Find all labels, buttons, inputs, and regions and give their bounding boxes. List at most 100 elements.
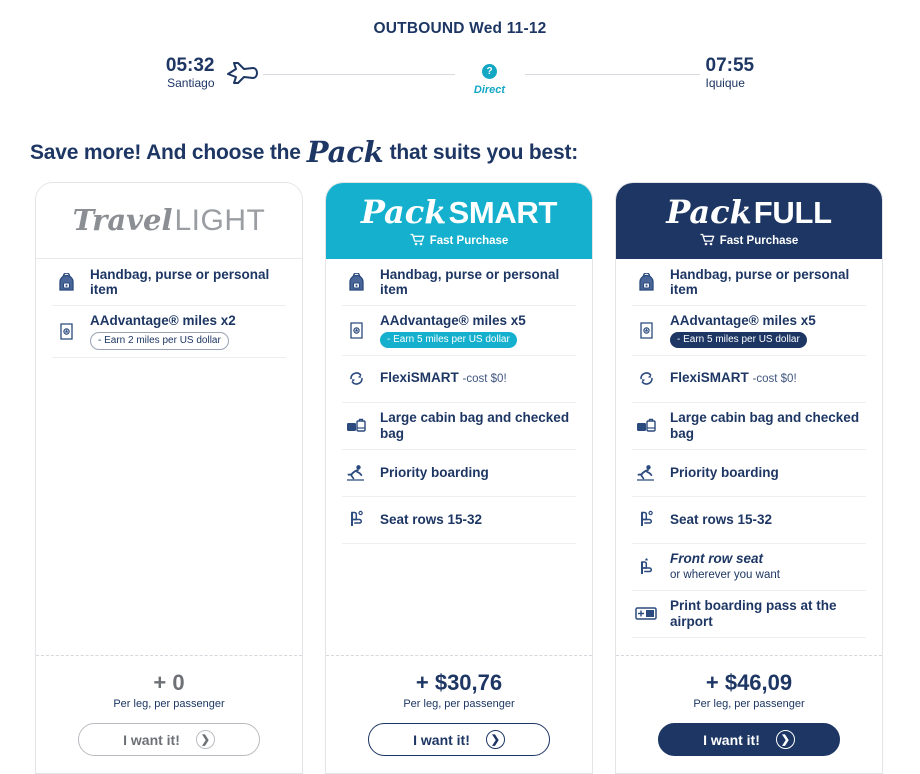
- seat-icon: [634, 510, 658, 529]
- feature-title: Priority boarding: [670, 464, 779, 480]
- feature-text: Handbag, purse or personal item: [90, 267, 284, 298]
- help-icon[interactable]: ?: [482, 64, 497, 79]
- feature-text: Large cabin bag and checked bag: [670, 410, 864, 441]
- feature-title: Print boarding pass at the airport: [670, 598, 837, 629]
- card-header: Pack FULL Fast Purchase: [616, 183, 882, 259]
- feature-row: Handbag, purse or personal item: [52, 259, 286, 306]
- brand-logo: Pack SMART: [360, 193, 558, 231]
- feature-row: AAdvantage® miles x2 - Earn 2 miles per U…: [52, 306, 286, 358]
- page-title: OUTBOUND Wed 11-12: [373, 20, 547, 37]
- card-header: Travel LIGHT: [36, 183, 302, 259]
- brand-script: Travel: [72, 203, 173, 237]
- feature-row: Front row seat or wherever you want: [632, 544, 866, 591]
- brand-logo: Travel LIGHT: [73, 203, 266, 238]
- card-footer: + $30,76 Per leg, per passenger I want it!…: [326, 655, 592, 773]
- feature-text: FlexiSMART -cost $0!: [670, 370, 797, 388]
- fast-purchase-badge: Fast Purchase: [700, 233, 798, 249]
- feature-title: Front row seat: [670, 551, 764, 567]
- feature-text: Seat rows 15-32: [380, 512, 482, 528]
- fare-card-pack-smart[interactable]: Pack SMART Fast Purchase Handbag, purse or …: [325, 182, 593, 774]
- feature-title: Large cabin bag and checked bag: [380, 410, 570, 441]
- feature-text: Priority boarding: [380, 465, 489, 481]
- promo-heading: Save more! And choose the Pack that suit…: [30, 132, 920, 169]
- feature-title: AAdvantage® miles x5: [670, 313, 816, 328]
- refresh-icon: [634, 369, 658, 388]
- ticket-icon: [344, 321, 368, 340]
- select-fare-button[interactable]: I want it! ❯: [368, 723, 550, 756]
- fare-card-pack-full[interactable]: Pack FULL Fast Purchase Handbag, purse or p…: [615, 182, 883, 774]
- feature-text: AAdvantage® miles x2 - Earn 2 miles per U…: [90, 313, 284, 350]
- feature-list: Handbag, purse or personal item AAdvantag…: [326, 259, 592, 655]
- price-amount: + 0: [153, 670, 185, 695]
- backpack-icon: [344, 272, 368, 292]
- card-footer: + 0 Per leg, per passenger I want it! ❯: [36, 655, 302, 773]
- select-fare-button[interactable]: I want it! ❯: [78, 723, 260, 756]
- route-line-left: [262, 74, 455, 75]
- feature-row: FlexiSMART -cost $0!: [342, 356, 576, 403]
- boarding-icon: [634, 464, 658, 482]
- luggage-icon: [634, 417, 658, 435]
- card-header: Pack SMART Fast Purchase: [326, 183, 592, 259]
- departure-block: 05:32 Santiago: [126, 56, 221, 91]
- feature-title: Large cabin bag and checked bag: [670, 410, 860, 441]
- refresh-icon: [344, 369, 368, 388]
- departure-time: 05:32: [165, 55, 215, 76]
- feature-row: Handbag, purse or personal item: [632, 259, 866, 306]
- feature-title: Handbag, purse or personal item: [380, 266, 560, 298]
- feature-row: Handbag, purse or personal item: [342, 259, 576, 306]
- feature-row: FlexiSMART -cost $0!: [632, 356, 866, 403]
- feature-text: Large cabin bag and checked bag: [380, 410, 574, 441]
- fare-card-travel-light[interactable]: Travel LIGHT Handbag, purse or personal it…: [35, 182, 303, 774]
- stop-indicator: ? Direct: [455, 64, 525, 96]
- feature-row: AAdvantage® miles x5 - Earn 5 miles per U…: [632, 306, 866, 356]
- feature-row: Seat rows 15-32: [342, 497, 576, 544]
- feature-text: AAdvantage® miles x5 - Earn 5 miles per U…: [380, 313, 574, 348]
- feature-row: Priority boarding: [342, 450, 576, 497]
- price-note: Per leg, per passenger: [693, 698, 805, 710]
- brand-logo: Pack FULL: [666, 193, 832, 231]
- backpack-icon: [54, 272, 78, 292]
- feature-text: FlexiSMART -cost $0!: [380, 370, 507, 388]
- fast-purchase-label: Fast Purchase: [429, 235, 509, 247]
- feature-list: Handbag, purse or personal item AAdvantag…: [616, 259, 882, 655]
- stop-label: Direct: [473, 84, 506, 96]
- fare-selection-page: OUTBOUND Wed 11-12 05:32 Santiago ? Dire…: [0, 0, 920, 774]
- select-fare-label: I want it!: [703, 731, 760, 748]
- price-amount: + $46,09: [705, 670, 793, 695]
- luggage-icon: [344, 417, 368, 435]
- feature-text: AAdvantage® miles x5 - Earn 5 miles per U…: [670, 313, 864, 348]
- select-fare-label: I want it!: [413, 731, 470, 748]
- select-fare-label: I want it!: [123, 731, 180, 748]
- airplane-icon: [225, 59, 259, 94]
- price-amount: + $30,76: [415, 670, 503, 695]
- brand-script: Pack: [360, 193, 447, 231]
- boarding-pass-icon: [634, 606, 658, 621]
- card-footer: + $46,09 Per leg, per passenger I want it!…: [616, 655, 882, 773]
- feature-pill: - Earn 2 miles per US dollar: [90, 331, 229, 350]
- price-note: Per leg, per passenger: [403, 698, 515, 710]
- ticket-icon: [54, 322, 78, 341]
- promo-script-word: Pack: [306, 135, 384, 169]
- feature-suffix: -cost $0!: [752, 372, 797, 385]
- brand-script: Pack: [666, 193, 752, 231]
- feature-text: Handbag, purse or personal item: [670, 267, 864, 298]
- feature-list: Handbag, purse or personal item AAdvantag…: [36, 259, 302, 655]
- feature-subtitle: or wherever you want: [670, 568, 780, 581]
- feature-title: AAdvantage® miles x2: [90, 313, 236, 328]
- chevron-right-icon: ❯: [775, 730, 795, 749]
- select-fare-button[interactable]: I want it! ❯: [658, 723, 840, 756]
- brand-solid: LIGHT: [174, 204, 266, 237]
- cart-icon: [700, 233, 715, 249]
- arrival-city: Iquique: [705, 76, 745, 90]
- feature-title: Handbag, purse or personal item: [90, 266, 270, 298]
- arrival-block: 07:55 Iquique: [700, 56, 795, 91]
- ticket-icon: [634, 321, 658, 340]
- feature-row: AAdvantage® miles x5 - Earn 5 miles per U…: [342, 306, 576, 356]
- boarding-icon: [344, 464, 368, 482]
- feature-title: Seat rows 15-32: [380, 511, 483, 527]
- backpack-icon: [634, 272, 658, 292]
- brand-solid: FULL: [753, 195, 832, 230]
- feature-suffix: -cost $0!: [462, 372, 507, 385]
- feature-title: FlexiSMART: [670, 369, 749, 385]
- cart-icon: [410, 233, 425, 249]
